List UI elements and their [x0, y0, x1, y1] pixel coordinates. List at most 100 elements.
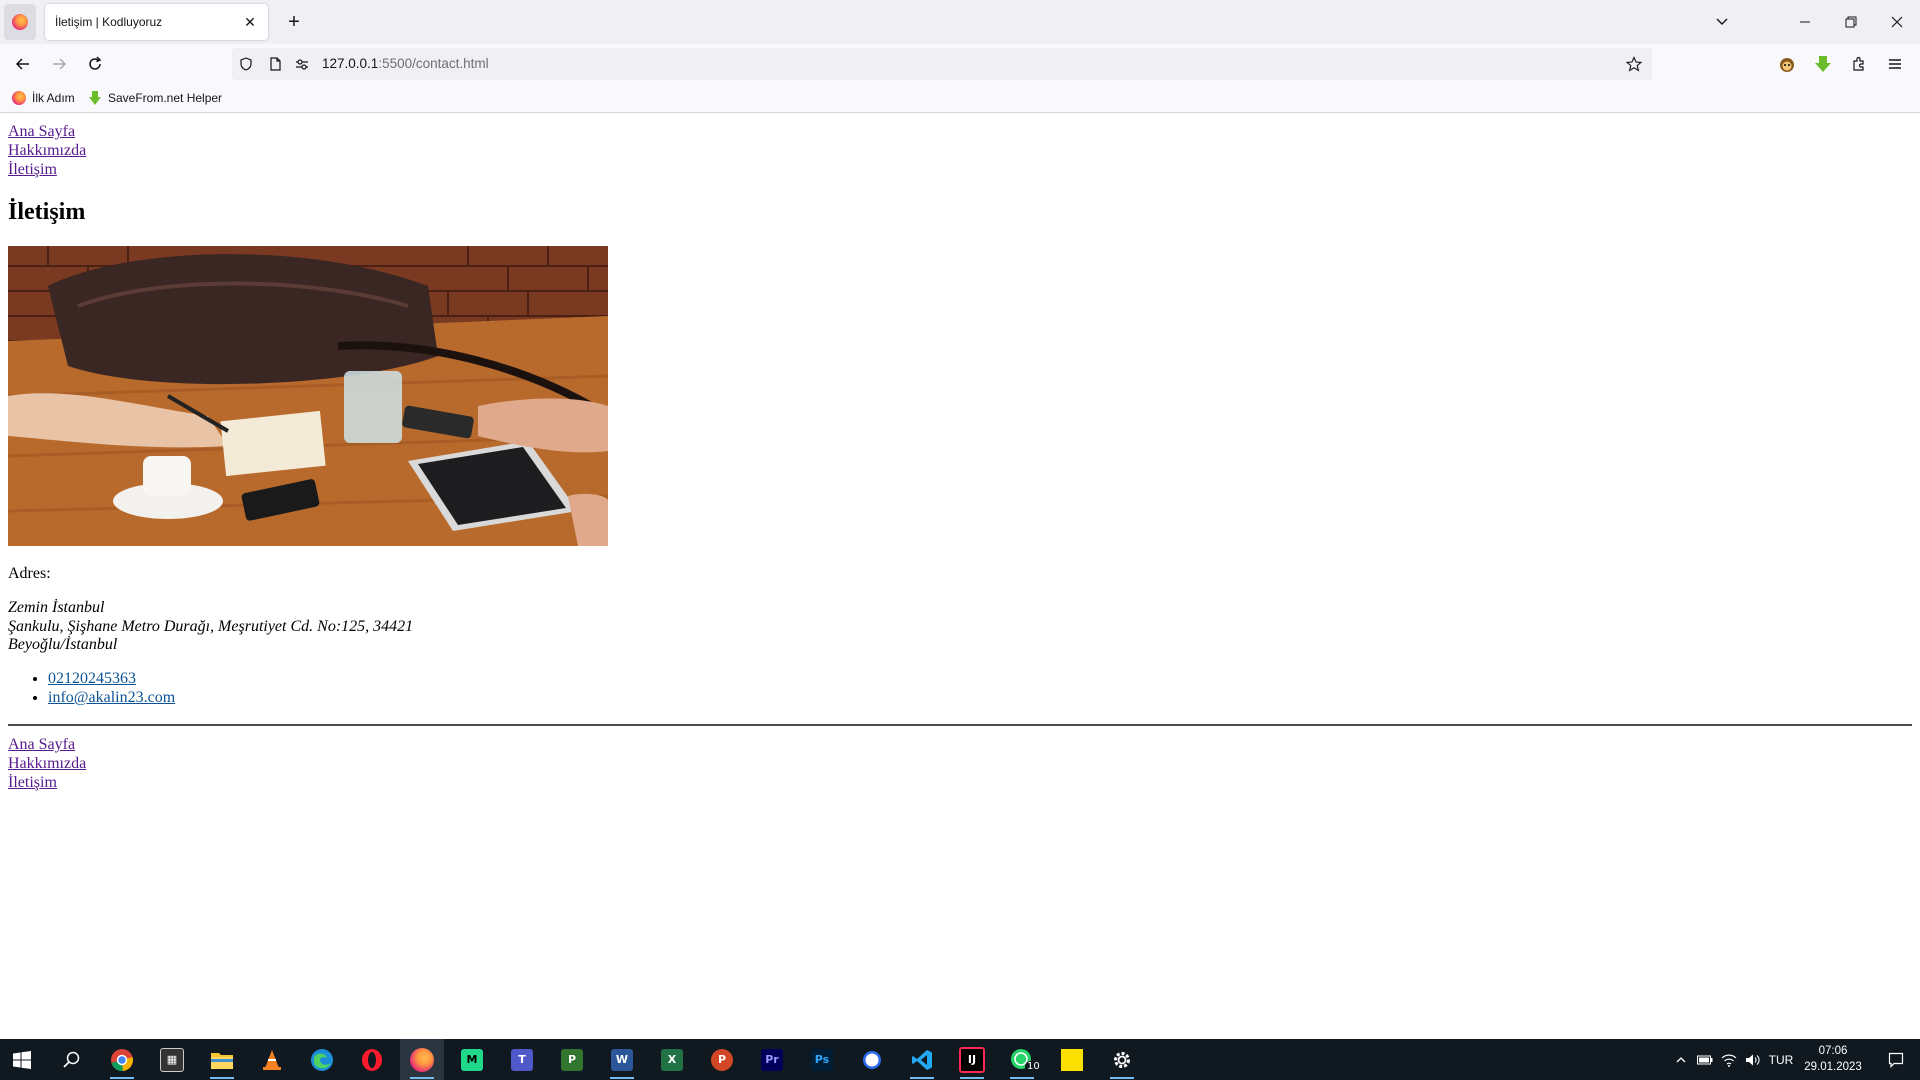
active-tab[interactable]: İletişim | Kodluyoruz ✕ — [45, 4, 268, 40]
taskbar-firefox[interactable] — [400, 1039, 444, 1080]
taskbar-photoshop[interactable]: Ps — [800, 1039, 844, 1080]
page-title: İletişim — [8, 199, 86, 225]
taskbar-vscode[interactable] — [900, 1039, 944, 1080]
nav-link-about[interactable]: Hakkımızda — [8, 141, 86, 160]
powerpoint-icon: P — [711, 1048, 733, 1071]
minimize-icon — [1800, 21, 1810, 23]
taskbar-vlc[interactable] — [250, 1039, 294, 1080]
notification-badge: 10 — [1025, 1061, 1042, 1072]
back-button[interactable] — [9, 50, 37, 78]
network-tray[interactable] — [1718, 1039, 1740, 1080]
web-page: Ana Sayfa Hakkımızda İletişim İletişim A… — [0, 113, 1920, 1039]
taskbar-signal[interactable] — [850, 1039, 894, 1080]
list-item: info@akalin23.com — [48, 688, 175, 707]
photoshop-icon: Ps — [811, 1048, 833, 1071]
savefrom-download-icon[interactable] — [1813, 54, 1833, 74]
footer-link-home[interactable]: Ana Sayfa — [8, 735, 86, 754]
taskbar-project[interactable]: P — [550, 1039, 594, 1080]
contact-photo — [8, 246, 608, 546]
app-icon: M — [461, 1048, 483, 1071]
taskbar-settings[interactable] — [1100, 1039, 1144, 1080]
taskbar-sticky-notes[interactable] — [1050, 1039, 1094, 1080]
restore-icon — [1845, 16, 1857, 28]
close-window-button[interactable] — [1874, 0, 1920, 44]
taskbar-powerpoint[interactable]: P — [700, 1039, 744, 1080]
url-path: :5500/contact.html — [378, 56, 489, 71]
phone-link[interactable]: 02120245363 — [48, 670, 136, 687]
shield-icon[interactable] — [238, 56, 254, 72]
wifi-icon — [1721, 1054, 1737, 1067]
taskbar-opera[interactable] — [350, 1039, 394, 1080]
reload-icon — [89, 56, 102, 70]
contact-list: 02120245363 info@akalin23.com — [0, 669, 175, 707]
language-indicator[interactable]: TUR — [1766, 1039, 1796, 1080]
forward-button[interactable] — [45, 50, 73, 78]
address-bar[interactable]: 127.0.0.1:5500/contact.html — [232, 48, 1652, 80]
show-hidden-icons-button[interactable] — [1670, 1039, 1692, 1080]
extension-monkey-icon[interactable] — [1777, 54, 1797, 74]
search-icon — [63, 1051, 80, 1068]
footer-nav: Ana Sayfa Hakkımızda İletişim — [8, 735, 86, 792]
restore-button[interactable] — [1828, 0, 1874, 44]
clock-date: 29.01.2023 — [1804, 1061, 1862, 1073]
taskbar-premiere[interactable]: Pr — [750, 1039, 794, 1080]
close-icon — [1891, 16, 1903, 28]
arrow-left-icon — [15, 58, 29, 70]
action-center-button[interactable] — [1876, 1039, 1916, 1080]
speaker-icon — [1746, 1054, 1760, 1065]
volume-tray[interactable] — [1742, 1039, 1764, 1080]
opera-icon — [362, 1048, 382, 1071]
firefox-icon — [12, 91, 26, 105]
bookmark-star-icon[interactable] — [1626, 56, 1642, 72]
nav-link-contact[interactable]: İletişim — [8, 160, 86, 179]
bookmark-ilk-adim[interactable]: İlk Adım — [12, 90, 75, 106]
extensions-puzzle-icon[interactable] — [1849, 54, 1869, 74]
taskbar-app-green[interactable]: M — [450, 1039, 494, 1080]
url-text[interactable]: 127.0.0.1:5500/contact.html — [322, 48, 489, 80]
taskbar-whatsapp[interactable]: 10 — [1000, 1039, 1044, 1080]
battery-tray[interactable] — [1694, 1039, 1716, 1080]
taskbar-word[interactable]: W — [600, 1039, 644, 1080]
premiere-icon: Pr — [761, 1048, 783, 1071]
list-item: 02120245363 — [48, 669, 175, 688]
edge-icon — [311, 1048, 333, 1071]
taskbar-chrome[interactable] — [100, 1039, 144, 1080]
taskbar-excel[interactable]: X — [650, 1039, 694, 1080]
windows-icon — [13, 1050, 31, 1069]
footer-link-contact[interactable]: İletişim — [8, 773, 86, 792]
minimize-button[interactable] — [1782, 0, 1828, 44]
firefox-view-button[interactable] — [4, 4, 36, 40]
search-button[interactable] — [50, 1039, 94, 1080]
address-line: Beyoğlu/İstanbul — [8, 636, 118, 653]
tab-title: İletişim | Kodluyoruz — [55, 15, 163, 29]
tab-strip: İletişim | Kodluyoruz ✕ + — [0, 0, 1920, 44]
nav-link-home[interactable]: Ana Sayfa — [8, 122, 86, 141]
taskbar-intellij[interactable]: IJ — [950, 1039, 994, 1080]
bookmarks-toolbar: İlk Adım SaveFrom.net Helper — [0, 84, 1920, 113]
vlc-cone-icon — [263, 1049, 281, 1070]
page-icon[interactable] — [267, 56, 283, 72]
arrow-right-icon — [53, 58, 67, 70]
sticky-note-icon — [1061, 1048, 1083, 1071]
taskbar-file-explorer[interactable] — [200, 1039, 244, 1080]
bookmark-savefrom[interactable]: SaveFrom.net Helper — [88, 90, 222, 106]
start-button[interactable] — [0, 1039, 44, 1080]
address-block: Zemin İstanbul Şankulu, Şişhane Metro Du… — [8, 599, 413, 655]
menu-hamburger-icon[interactable] — [1885, 54, 1905, 74]
clock[interactable]: 07:06 29.01.2023 — [1798, 1043, 1868, 1075]
clock-time: 07:06 — [1818, 1045, 1848, 1057]
reload-button[interactable] — [81, 50, 109, 78]
close-tab-icon[interactable]: ✕ — [240, 12, 260, 32]
new-tab-button[interactable]: + — [282, 10, 306, 34]
chevron-up-icon — [1676, 1056, 1686, 1062]
taskbar-edge[interactable] — [300, 1039, 344, 1080]
footer-link-about[interactable]: Hakkımızda — [8, 754, 86, 773]
chrome-icon — [111, 1048, 133, 1071]
permissions-icon[interactable] — [294, 56, 310, 72]
taskbar-teams[interactable]: T — [500, 1039, 544, 1080]
list-all-tabs-button[interactable] — [1710, 10, 1734, 34]
savefrom-icon — [89, 91, 101, 105]
email-link[interactable]: info@akalin23.com — [48, 689, 175, 706]
url-host: 127.0.0.1 — [322, 56, 379, 71]
taskbar-movie-maker[interactable]: ▦ — [150, 1039, 194, 1080]
